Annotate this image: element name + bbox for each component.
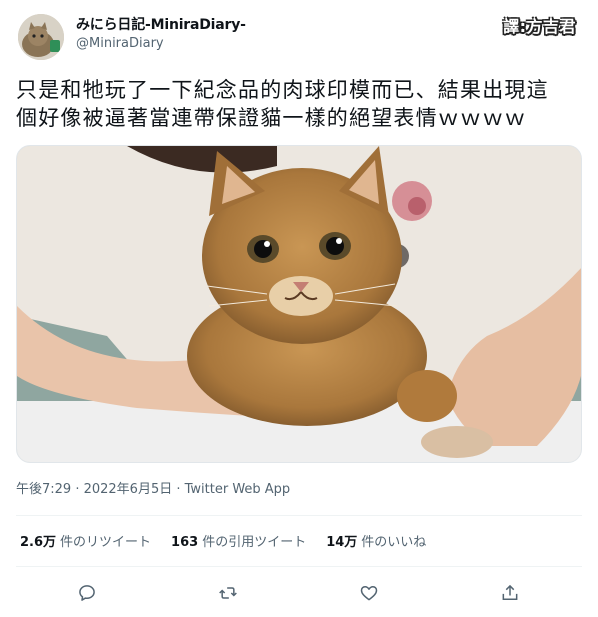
tweet-timestamp[interactable]: 午後7:29 · 2022年6月5日 · Twitter Web App <box>16 481 290 499</box>
translator-watermark: 譯:方吉君 <box>503 17 576 36</box>
retweet-count[interactable]: 2.6万 件のリツイート <box>20 534 151 552</box>
like-button[interactable] <box>354 578 384 608</box>
reply-button[interactable] <box>72 578 102 608</box>
stat-label: 件のリツイート <box>60 535 152 550</box>
tweet-container: みにら日記-MiniraDiary- @MiniraDiary 譯:方吉君 只是… <box>0 0 598 617</box>
tweet-text-line: 只是和牠玩了一下紀念品的肉球印模而已、結果出現這 <box>16 78 549 102</box>
action-bar <box>0 578 598 608</box>
stat-count: 163 <box>171 535 199 550</box>
reply-icon <box>79 585 95 601</box>
retweet-icon <box>219 587 237 599</box>
tweet-text-line: 個好像被逼著當連帶保證貓一樣的絕望表情ｗｗｗｗ <box>16 106 527 130</box>
stat-label: 件の引用ツイート <box>202 535 307 550</box>
divider <box>16 566 582 567</box>
user-handle[interactable]: @MiniraDiary <box>76 34 246 54</box>
author-block[interactable]: みにら日記-MiniraDiary- @MiniraDiary <box>76 16 246 54</box>
tweet-photo[interactable] <box>16 145 582 463</box>
tweet-header: みにら日記-MiniraDiary- @MiniraDiary 譯:方吉君 <box>16 12 582 62</box>
tweet-text: 只是和牠玩了一下紀念品的肉球印模而已、結果出現這 個好像被逼著當連帶保證貓一樣的… <box>16 76 582 132</box>
retweet-button[interactable] <box>213 578 243 608</box>
like-icon <box>360 586 378 601</box>
quote-count[interactable]: 163 件の引用ツイート <box>171 534 306 552</box>
stat-count: 2.6万 <box>20 535 57 550</box>
share-button[interactable] <box>495 578 525 608</box>
stat-count: 14万 <box>326 535 358 550</box>
display-name[interactable]: みにら日記-MiniraDiary- <box>76 16 246 34</box>
share-icon <box>502 584 518 600</box>
cat-photo <box>17 146 581 462</box>
divider <box>16 515 582 516</box>
tweet-stats: 2.6万 件のリツイート 163 件の引用ツイート 14万 件のいいね <box>20 534 446 552</box>
stat-label: 件のいいね <box>361 535 427 550</box>
avatar[interactable] <box>18 14 64 60</box>
like-count[interactable]: 14万 件のいいね <box>326 534 426 552</box>
